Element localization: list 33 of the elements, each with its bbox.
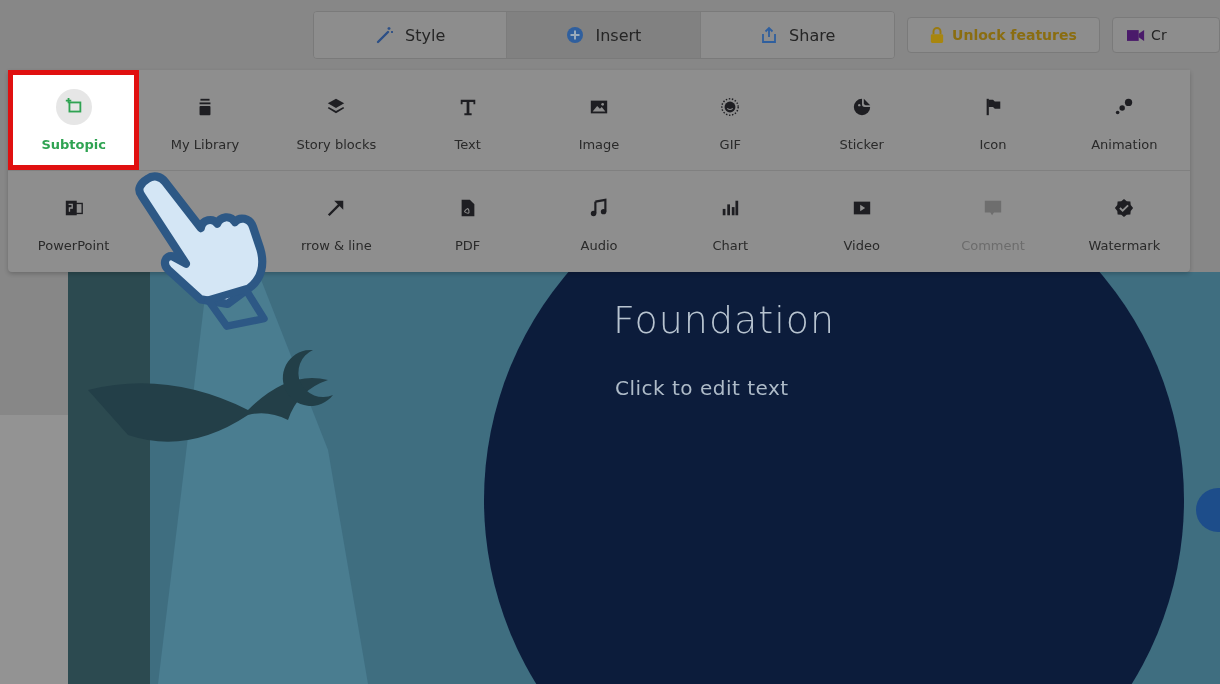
bar-chart-icon bbox=[720, 198, 741, 218]
insert-menu-item[interactable]: Audio bbox=[572, 171, 626, 272]
insert-menu-item[interactable]: Sticker bbox=[831, 70, 892, 170]
dotted-circle-icon bbox=[720, 96, 741, 117]
insert-menu-item[interactable]: Subtopic bbox=[8, 70, 140, 170]
insert-menu-item[interactable]: PDF bbox=[441, 171, 494, 272]
insert-menu-item[interactable]: My Library bbox=[162, 70, 248, 170]
insert-menu-item[interactable]: Animation bbox=[1083, 70, 1166, 170]
sticker-icon bbox=[851, 96, 872, 117]
insert-menu-item[interactable]: Text bbox=[441, 70, 494, 170]
slides-document-icon bbox=[63, 198, 84, 218]
insert-menu-item[interactable]: Chart bbox=[704, 171, 757, 272]
music-note-icon bbox=[589, 198, 609, 218]
slide-title: Foundation bbox=[613, 298, 836, 342]
insert-menu-item[interactable]: Icon bbox=[967, 70, 1019, 170]
insert-menu-item[interactable]: Story blocks bbox=[288, 70, 385, 170]
check-badge-icon bbox=[1114, 198, 1135, 218]
toolbar-tab[interactable]: Insert bbox=[507, 12, 701, 58]
insert-menu-item[interactable]: rrow & line bbox=[293, 171, 380, 272]
magic-wand-icon bbox=[375, 25, 396, 45]
record-button[interactable]: Cr bbox=[1112, 17, 1220, 53]
comment-icon bbox=[983, 198, 1003, 218]
insert-menu-item[interactable]: Image bbox=[570, 70, 628, 170]
lock-icon bbox=[930, 26, 945, 44]
insert-menu-item[interactable]: Video bbox=[835, 171, 888, 272]
insert-menu-item[interactable]: PowerPoint bbox=[29, 171, 118, 272]
sparkle-dots-icon bbox=[1114, 96, 1135, 117]
slide-body-text: Click to edit text bbox=[615, 376, 789, 400]
toolbar-tab[interactable]: Style bbox=[314, 12, 508, 58]
plus-circle-icon bbox=[565, 25, 586, 45]
insert-menu-item[interactable]: GIF bbox=[704, 70, 757, 170]
insert-menu-item[interactable]: Watermark bbox=[1080, 171, 1169, 272]
video-camera-icon bbox=[1127, 28, 1146, 42]
